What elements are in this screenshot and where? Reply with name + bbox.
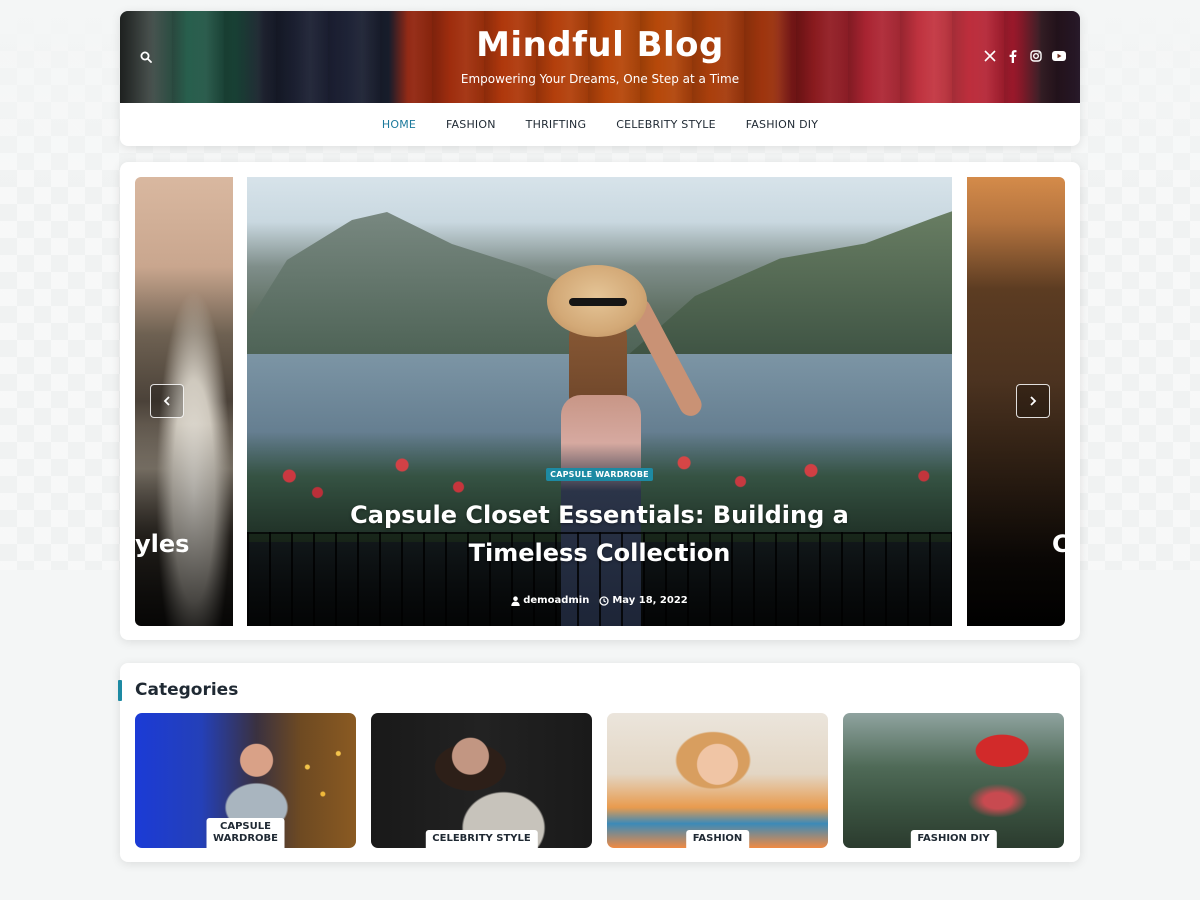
- site-tagline: Empowering Your Dreams, One Step at a Ti…: [460, 72, 740, 86]
- categories-heading: Categories: [135, 680, 239, 700]
- slide-next-title[interactable]: C: [1052, 530, 1065, 558]
- category-tile-celebrity-style[interactable]: CELEBRITY STYLE: [371, 713, 592, 848]
- heading-accent-bar: [118, 680, 122, 701]
- categories-section: Categories CAPSULE WARDROBE CELEBRITY ST…: [118, 663, 1080, 862]
- slide-author-name[interactable]: demoadmin: [523, 595, 589, 606]
- nav-item-home[interactable]: HOME: [382, 118, 416, 131]
- slide-title[interactable]: Capsule Closet Essentials: Building a Ti…: [305, 496, 895, 572]
- slide-previous-title[interactable]: yles: [135, 530, 189, 558]
- nav-item-fashion-diy[interactable]: FASHION DIY: [746, 118, 818, 131]
- youtube-icon[interactable]: [1052, 49, 1066, 63]
- slide-meta: demoadmin May 18, 2022: [247, 595, 952, 606]
- category-tile-fashion-diy[interactable]: FASHION DIY: [843, 713, 1064, 848]
- social-links: [983, 49, 1066, 63]
- slide-date[interactable]: May 18, 2022: [599, 595, 688, 606]
- slide-category-badge[interactable]: CAPSULE WARDROBE: [546, 468, 653, 481]
- facebook-icon[interactable]: [1006, 49, 1020, 63]
- nav-item-thrifting[interactable]: THRIFTING: [526, 118, 587, 131]
- site-header: Mindful Blog Empowering Your Dreams, One…: [120, 11, 1080, 146]
- featured-slider: yles C CAPSULE WARDROBE Capsule Closet E…: [120, 162, 1080, 640]
- main-nav: HOME FASHION THRIFTING CELEBRITY STYLE F…: [120, 103, 1080, 146]
- category-label[interactable]: FASHION: [685, 830, 750, 848]
- category-label[interactable]: FASHION DIY: [910, 830, 997, 848]
- chevron-right-icon: [1030, 396, 1037, 406]
- nav-item-celebrity-style[interactable]: CELEBRITY STYLE: [616, 118, 716, 131]
- instagram-icon[interactable]: [1029, 49, 1043, 63]
- header-banner: Mindful Blog Empowering Your Dreams, One…: [120, 11, 1080, 103]
- site-title[interactable]: Mindful Blog: [120, 25, 1080, 65]
- x-twitter-icon[interactable]: [983, 49, 997, 63]
- chevron-left-icon: [163, 396, 170, 406]
- slider-next-button[interactable]: [1016, 384, 1050, 418]
- slide-date-text[interactable]: May 18, 2022: [612, 595, 687, 606]
- user-icon: [511, 595, 520, 606]
- category-tile-fashion[interactable]: FASHION: [607, 713, 828, 848]
- slider-prev-button[interactable]: [150, 384, 184, 418]
- clock-icon: [599, 595, 609, 606]
- nav-item-fashion[interactable]: FASHION: [446, 118, 496, 131]
- slide-author[interactable]: demoadmin: [511, 595, 589, 606]
- category-tile-capsule-wardrobe[interactable]: CAPSULE WARDROBE: [135, 713, 356, 848]
- category-label[interactable]: CAPSULE WARDROBE: [206, 818, 285, 848]
- slide-caption: CAPSULE WARDROBE Capsule Closet Essentia…: [247, 462, 952, 606]
- category-label[interactable]: CELEBRITY STYLE: [425, 830, 538, 848]
